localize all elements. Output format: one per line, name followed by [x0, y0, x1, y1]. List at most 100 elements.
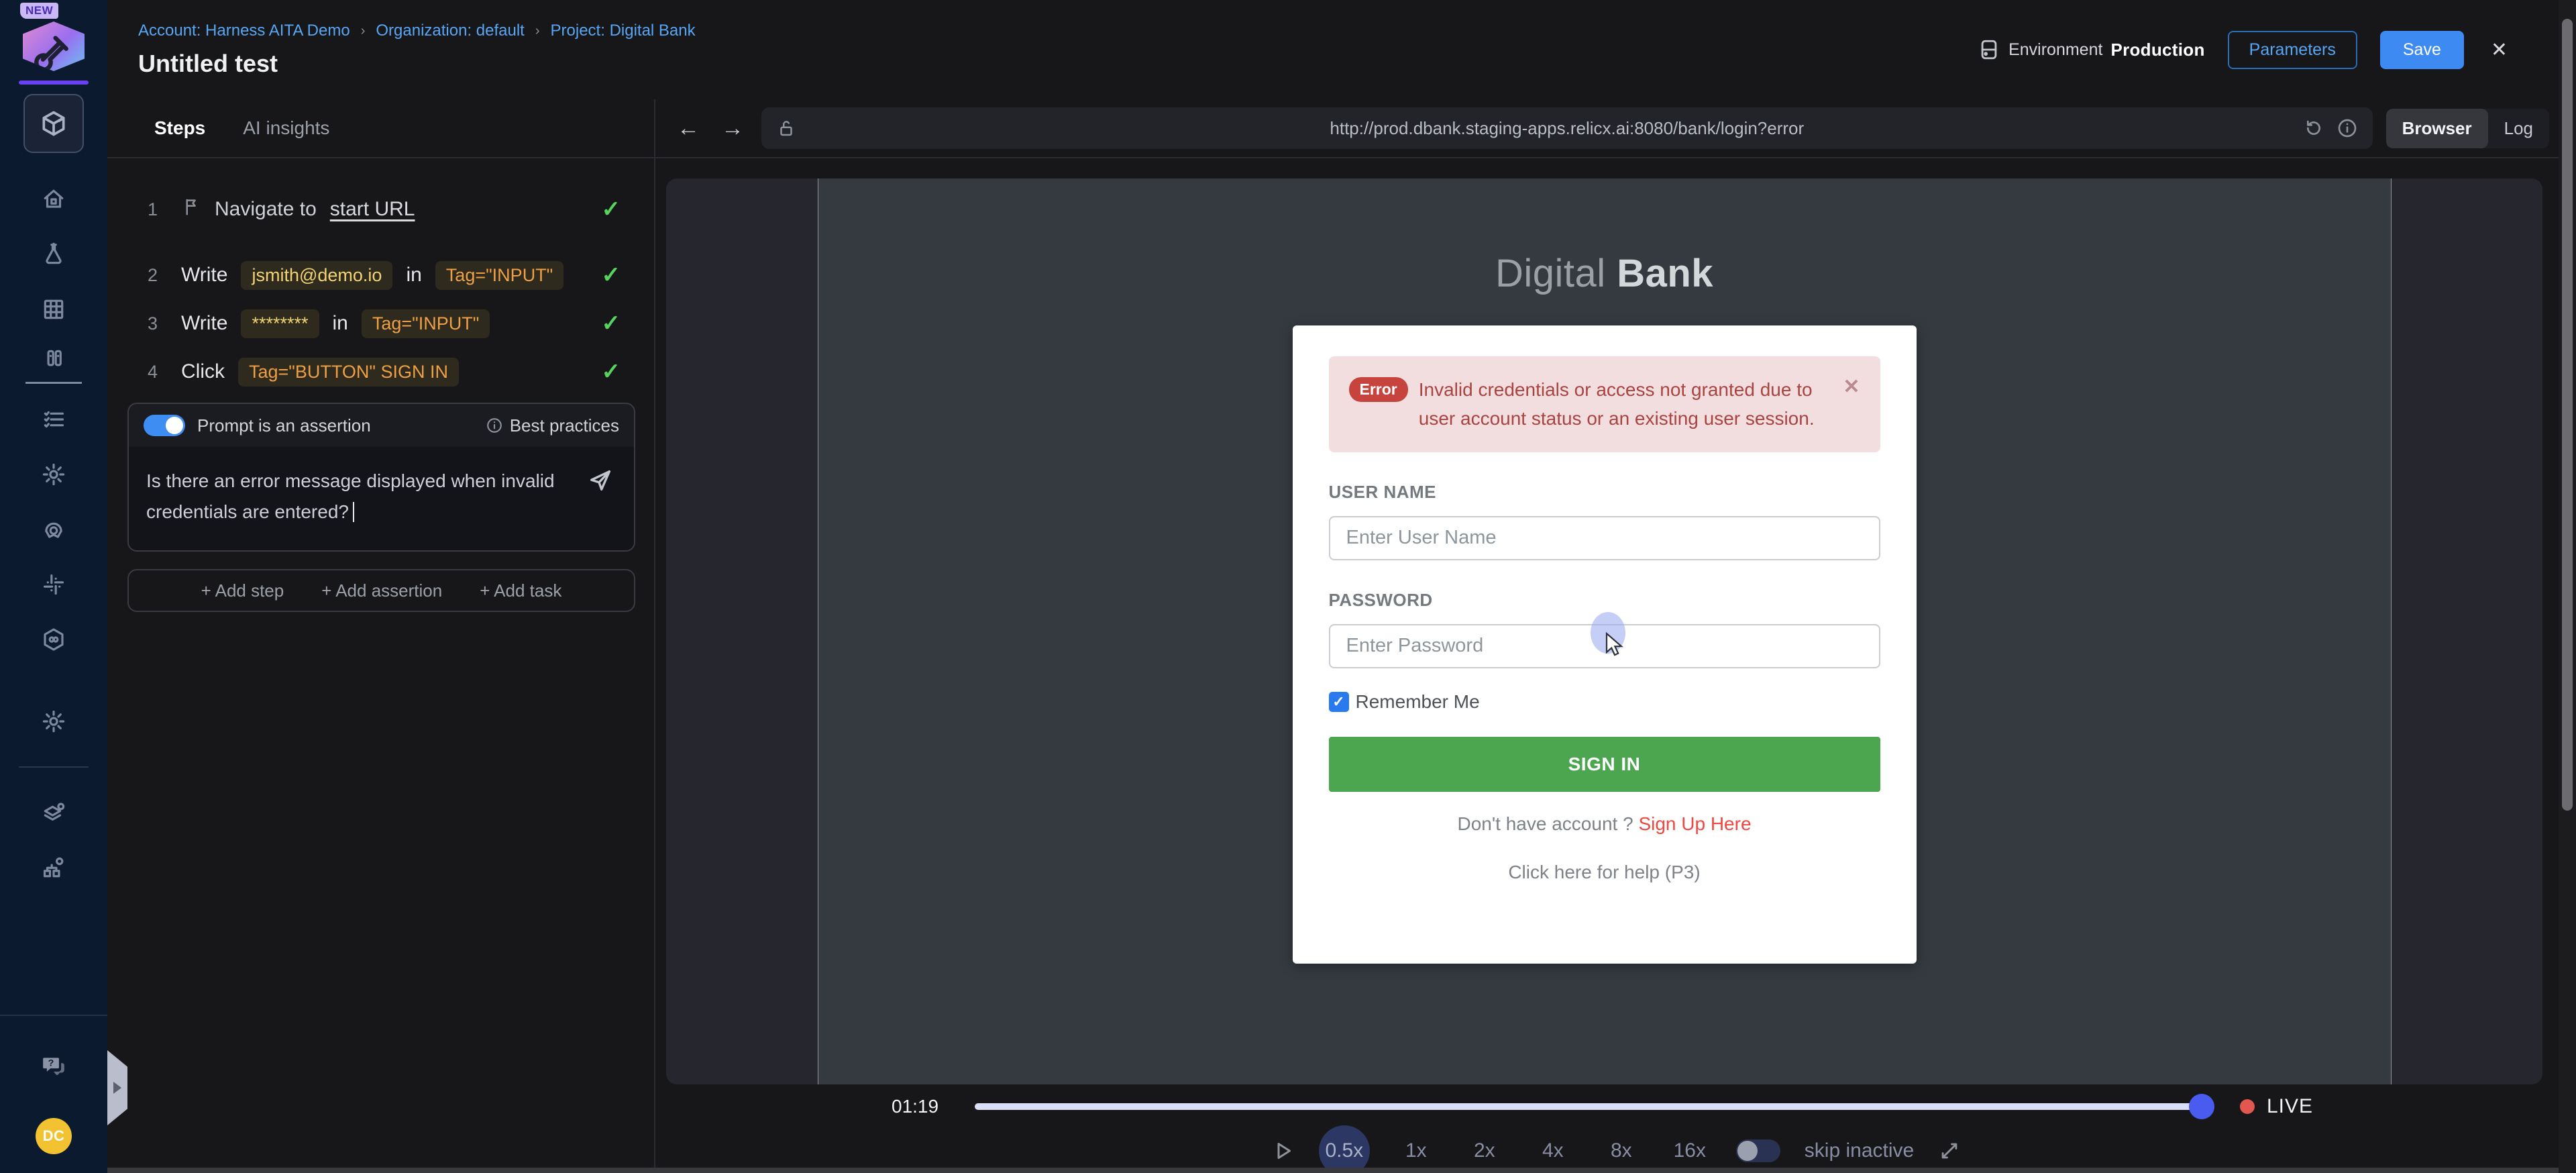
forward-arrow-button[interactable]: →: [717, 115, 748, 142]
back-arrow-button[interactable]: ←: [673, 115, 704, 142]
page-title: Untitled test: [138, 50, 696, 78]
remember-me-row[interactable]: ✓ Remember Me: [1329, 691, 1880, 713]
step-target-chip[interactable]: Tag="INPUT": [362, 309, 490, 338]
fullscreen-expand-icon[interactable]: [1938, 1139, 1961, 1162]
nav-divider-accent: [19, 81, 89, 85]
help-chat-icon: ?: [41, 1054, 66, 1079]
play-icon[interactable]: [1271, 1139, 1295, 1163]
tab-ai-insights[interactable]: AI insights: [243, 117, 329, 139]
sidebar-item-project-settings[interactable]: [25, 694, 82, 749]
step-row-2[interactable]: 2 Write jsmith@demo.io in Tag="INPUT" ✓: [148, 251, 621, 299]
alert-close-icon[interactable]: ✕: [1837, 375, 1860, 399]
browser-view-button[interactable]: Browser: [2386, 109, 2488, 148]
step-success-check-icon: ✓: [602, 358, 621, 385]
environment-icon: [1978, 38, 2000, 61]
help-link[interactable]: Click here for help (P3): [1329, 862, 1880, 883]
prompt-input[interactable]: Is there an error message displayed when…: [129, 447, 634, 550]
elapsed-time: 01:19: [892, 1096, 938, 1117]
breadcrumb-account[interactable]: Account: Harness AITA Demo: [138, 21, 350, 40]
environment-selector[interactable]: Environment Production: [1978, 38, 2205, 61]
main-column: Account: Harness AITA Demo › Organizatio…: [107, 0, 2576, 1173]
prompt-text: Is there an error message displayed when…: [146, 470, 555, 522]
cube-icon: [39, 109, 68, 138]
username-label: USER NAME: [1329, 482, 1880, 503]
step-row-1[interactable]: 1 Navigate to start URL ✓: [148, 185, 621, 234]
step-action: Write: [181, 312, 227, 335]
steps-panel: Steps AI insights 1 Navigate to start UR…: [107, 99, 655, 1173]
assertion-prompt-card: Prompt is an assertion Best practices Is…: [127, 403, 635, 552]
scrollbar-thumb[interactable]: [2562, 19, 2573, 811]
add-assertion-button[interactable]: + Add assertion: [321, 580, 442, 601]
step-value-chip[interactable]: ********: [241, 309, 319, 338]
step-target-chip[interactable]: Tag="INPUT": [435, 261, 564, 290]
step-row-3[interactable]: 3 Write ******** in Tag="INPUT" ✓: [148, 299, 621, 348]
step-number: 1: [148, 199, 168, 220]
info-icon: [486, 417, 503, 434]
speed-16x-button[interactable]: 16x: [1668, 1139, 1712, 1162]
refresh-icon[interactable]: [2303, 117, 2324, 139]
mouse-cursor-icon: [1601, 631, 1628, 660]
info-icon[interactable]: [2337, 117, 2358, 139]
speed-4x-button[interactable]: 4x: [1531, 1139, 1575, 1162]
step-row-4[interactable]: 4 Click Tag="BUTTON" SIGN IN ✓: [148, 348, 621, 396]
no-account-text: Don't have account ?: [1457, 813, 1633, 834]
url-bar[interactable]: http://prod.dbank.staging-apps.relicx.ai…: [761, 107, 2373, 149]
speed-1x-button[interactable]: 1x: [1394, 1139, 1438, 1162]
timeline-track[interactable]: [975, 1103, 2210, 1110]
user-avatar[interactable]: DC: [36, 1118, 72, 1154]
sidebar-item-incognito[interactable]: [25, 502, 82, 557]
step-target-chip[interactable]: Tag="BUTTON" SIGN IN: [238, 358, 459, 387]
speed-0-5x-button[interactable]: 0.5x: [1319, 1125, 1370, 1173]
assertion-toggle[interactable]: [144, 415, 185, 436]
vertical-scrollbar[interactable]: [2559, 0, 2576, 1173]
skip-inactive-toggle[interactable]: [1736, 1139, 1780, 1162]
speed-8x-button[interactable]: 8x: [1599, 1139, 1644, 1162]
sidebar-item-cicd[interactable]: [25, 612, 82, 667]
chevron-right-icon: ›: [535, 23, 540, 39]
horizontal-scrollbar[interactable]: [107, 1168, 2559, 1173]
harness-aita-logo[interactable]: [23, 21, 85, 71]
add-task-button[interactable]: + Add task: [480, 580, 561, 601]
breadcrumb: Account: Harness AITA Demo › Organizatio…: [138, 21, 696, 40]
tab-steps[interactable]: Steps: [154, 117, 205, 139]
sidebar-item-layers-config[interactable]: [25, 785, 82, 840]
timeline-scrubber-handle[interactable]: [2189, 1094, 2214, 1119]
best-practices-link[interactable]: Best practices: [486, 415, 619, 436]
start-url-link[interactable]: start URL: [330, 198, 415, 221]
sidebar-item-experiments[interactable]: [25, 227, 82, 282]
breadcrumb-project[interactable]: Project: Digital Bank: [551, 21, 696, 40]
sidebar-item-checklist[interactable]: [25, 392, 82, 447]
sidebar-item-integrations[interactable]: [25, 557, 82, 612]
add-step-button[interactable]: + Add step: [201, 580, 284, 601]
sign-up-link[interactable]: Sign Up Here: [1638, 813, 1751, 834]
nav-icon-stack: [25, 172, 82, 667]
breadcrumb-organization[interactable]: Organization: default: [376, 21, 524, 40]
sign-in-button[interactable]: SIGN IN: [1329, 737, 1880, 792]
send-icon: [587, 467, 614, 494]
sidebar-item-help[interactable]: ?: [25, 1039, 82, 1094]
sidebar-item-module-active[interactable]: [23, 94, 84, 153]
parameters-button[interactable]: Parameters: [2228, 31, 2357, 69]
playback-controls: 0.5x 1x 2x 4x 8x 16x skip inactive: [655, 1129, 2576, 1173]
org-chart-gear-icon: [41, 855, 66, 880]
step-value-chip[interactable]: jsmith@demo.io: [241, 261, 392, 290]
sidebar-item-grid[interactable]: [25, 282, 82, 337]
sidebar-item-columns-active[interactable]: [25, 337, 82, 384]
save-button[interactable]: Save: [2380, 31, 2464, 69]
skip-inactive-label: skip inactive: [1805, 1139, 1914, 1162]
error-alert: Error Invalid credentials or access not …: [1329, 356, 1880, 452]
sidebar-item-home[interactable]: [25, 172, 82, 227]
speed-2x-button[interactable]: 2x: [1462, 1139, 1507, 1162]
incognito-icon: [41, 517, 66, 542]
gear-icon: [41, 709, 66, 734]
remember-checkbox[interactable]: ✓: [1329, 692, 1349, 712]
close-icon[interactable]: ✕: [2487, 38, 2512, 62]
log-view-button[interactable]: Log: [2488, 109, 2549, 148]
app-root: NEW: [0, 0, 2576, 1173]
send-prompt-button[interactable]: [587, 467, 614, 497]
steps-list: 1 Navigate to start URL ✓ 2 Write jsmith…: [107, 158, 654, 396]
sidebar-item-settings[interactable]: [25, 447, 82, 502]
url-text[interactable]: http://prod.dbank.staging-apps.relicx.ai…: [761, 118, 2373, 139]
username-input[interactable]: [1329, 516, 1880, 560]
sidebar-item-org-config[interactable]: [25, 840, 82, 895]
